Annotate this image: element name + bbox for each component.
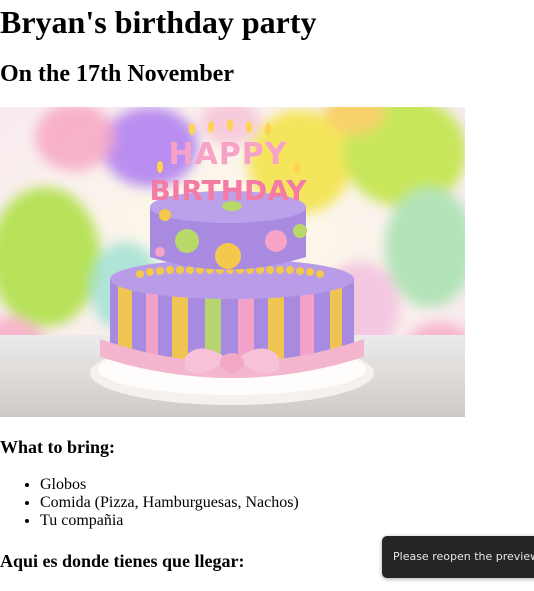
directions-heading: Aqui es donde tienes que llegar: — [0, 551, 245, 571]
what-to-bring-heading: What to bring: — [0, 437, 116, 457]
list-item: Tu compañia — [40, 512, 299, 530]
list-item: Comida (Pizza, Hamburguesas, Nachos) — [40, 494, 299, 512]
page-title: Bryan's birthday party — [0, 4, 317, 40]
reopen-preview-toast[interactable]: Please reopen the preview. — [382, 536, 534, 578]
birthday-cake-image: HAPPY BIRTHDAY — [0, 107, 465, 417]
bring-list: Globos Comida (Pizza, Hamburguesas, Nach… — [0, 476, 299, 530]
list-item: Globos — [40, 476, 299, 494]
cake-text-happy: HAPPY — [168, 137, 287, 172]
page-subtitle: On the 17th November — [0, 61, 234, 87]
cake-text-birthday: BIRTHDAY — [149, 174, 307, 207]
